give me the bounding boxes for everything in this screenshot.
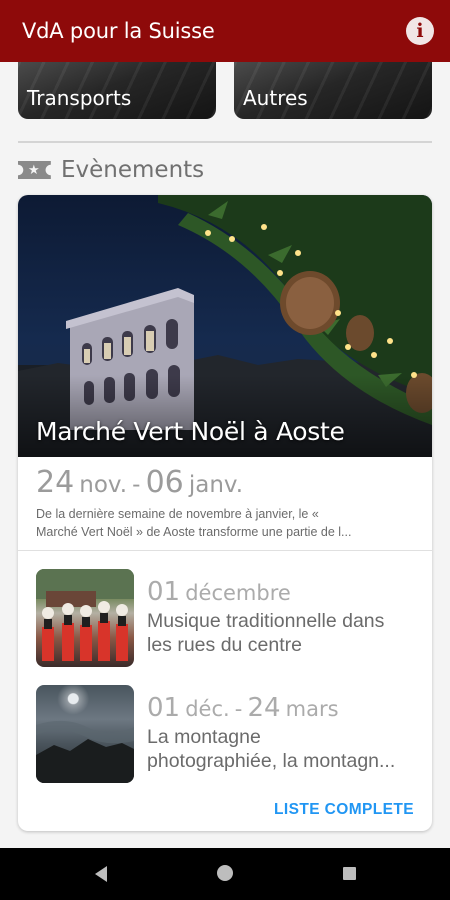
featured-event-description: De la dernière semaine de novembre à jan… bbox=[36, 505, 420, 541]
back-icon[interactable] bbox=[95, 866, 107, 882]
events-section-title: Evènements bbox=[61, 157, 205, 183]
app-title: VdA pour la Suisse bbox=[22, 19, 215, 43]
featured-date-separator: - bbox=[132, 472, 141, 498]
ticket-icon bbox=[18, 161, 51, 179]
featured-event-image[interactable]: Marché Vert Noël à Aoste bbox=[18, 195, 432, 457]
event-date: 01 décembre bbox=[147, 577, 291, 607]
event-date-end-day: 24 bbox=[247, 693, 281, 723]
event-title: Musique traditionnelle dans les rues du … bbox=[147, 609, 419, 657]
event-list-item[interactable]: 01 décembre Musique traditionnelle dans … bbox=[36, 569, 426, 669]
featured-event-date: 24 nov. - 06 janv. bbox=[36, 465, 243, 500]
recents-icon[interactable] bbox=[343, 867, 356, 880]
category-tile-transports[interactable]: Transports bbox=[18, 62, 216, 119]
event-date-month: déc. bbox=[185, 697, 230, 721]
full-list-link[interactable]: LISTE COMPLETE bbox=[274, 801, 414, 819]
event-thumbnail bbox=[36, 685, 134, 783]
events-card: Marché Vert Noël à Aoste 24 nov. - 06 ja… bbox=[18, 195, 432, 831]
event-title: La montagne photographiée, la montagn... bbox=[147, 725, 419, 773]
event-list-item[interactable]: 01 déc. - 24 mars La montagne photograph… bbox=[36, 685, 426, 785]
featured-date-start-month: nov. bbox=[79, 472, 128, 498]
info-icon[interactable]: i bbox=[406, 17, 434, 45]
featured-date-start-day: 24 bbox=[36, 465, 75, 500]
category-tile-autres[interactable]: Autres bbox=[234, 62, 432, 119]
event-thumbnail-illustration bbox=[36, 720, 134, 783]
event-title-line: Musique traditionnelle dans bbox=[147, 610, 385, 632]
category-tile-label: Autres bbox=[243, 86, 308, 110]
event-title-line: les rues du centre bbox=[147, 634, 303, 656]
featured-description-line: De la dernière semaine de novembre à jan… bbox=[36, 507, 319, 521]
event-date: 01 déc. - 24 mars bbox=[147, 693, 339, 723]
event-thumbnail bbox=[36, 569, 134, 667]
featured-event-title: Marché Vert Noël à Aoste bbox=[36, 417, 345, 446]
event-thumbnail-illustration bbox=[36, 569, 134, 661]
event-date-day: 01 bbox=[147, 577, 181, 607]
featured-date-end-day: 06 bbox=[145, 465, 184, 500]
system-nav-bar bbox=[0, 848, 450, 900]
event-date-separator: - bbox=[234, 697, 243, 721]
section-divider bbox=[18, 141, 432, 143]
event-date-day: 01 bbox=[147, 693, 181, 723]
category-tile-label: Transports bbox=[27, 86, 132, 110]
event-date-end-month: mars bbox=[285, 697, 339, 721]
app-bar: VdA pour la Suisse i bbox=[0, 0, 450, 62]
event-date-month: décembre bbox=[185, 581, 291, 605]
card-divider bbox=[18, 550, 432, 551]
featured-date-end-month: janv. bbox=[188, 472, 244, 498]
event-title-line: photographiée, la montagn... bbox=[147, 750, 396, 772]
scroll-content[interactable]: Transports Autres Evènements bbox=[0, 62, 450, 848]
event-title-line: La montagne bbox=[147, 726, 261, 748]
featured-description-line: Marché Vert Noël » de Aoste transforme u… bbox=[36, 525, 352, 539]
events-section-header: Evènements bbox=[18, 155, 204, 185]
home-icon[interactable] bbox=[217, 865, 233, 881]
